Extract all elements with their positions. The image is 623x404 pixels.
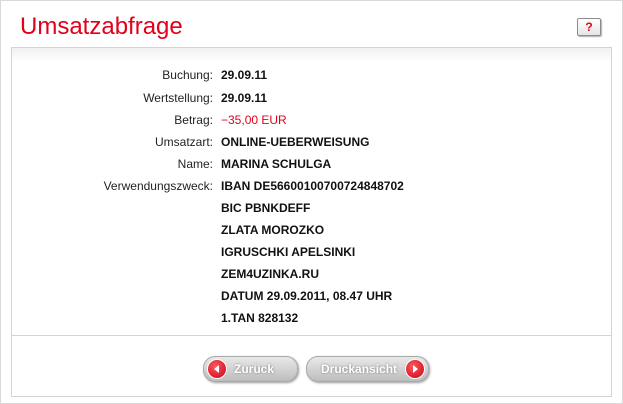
umsatzart-label: Umsatzart: bbox=[154, 135, 213, 149]
verwendungszweck-line: ZEM4UZINKA.RU bbox=[221, 267, 319, 281]
name-value: MARINA SCHULGA bbox=[221, 157, 332, 171]
wertstellung-value: 29.09.11 bbox=[221, 91, 268, 105]
arrow-left-icon bbox=[207, 359, 227, 379]
verwendungszweck-line: DATUM 29.09.2011, 08.47 UHR bbox=[221, 289, 393, 303]
verwendungszweck-line: IBAN DE56600100700724848702 bbox=[221, 179, 404, 193]
back-button-label: Zurück bbox=[234, 362, 275, 376]
panel-header-shade bbox=[12, 48, 611, 62]
help-icon: ? bbox=[585, 20, 593, 34]
verwendungszweck-line: 1.TAN 828132 bbox=[221, 311, 299, 325]
panel-divider bbox=[11, 335, 612, 336]
buchung-label: Buchung: bbox=[162, 68, 213, 82]
verwendungszweck-line: IGRUSCHKI APELSINKI bbox=[221, 245, 356, 259]
betrag-label: Betrag: bbox=[174, 113, 213, 127]
back-button[interactable]: Zurück bbox=[203, 356, 298, 382]
help-button[interactable]: ? bbox=[577, 18, 601, 36]
betrag-value: −35,00 EUR bbox=[221, 113, 287, 127]
print-view-button[interactable]: Druckansicht bbox=[306, 356, 429, 382]
wertstellung-label: Wertstellung: bbox=[143, 91, 213, 105]
umsatzart-value: ONLINE-UEBERWEISUNG bbox=[221, 135, 370, 149]
verwendungszweck-line: BIC PBNKDEFF bbox=[221, 201, 311, 215]
arrow-right-icon bbox=[405, 359, 425, 379]
print-view-button-label: Druckansicht bbox=[321, 362, 398, 376]
page-title: Umsatzabfrage bbox=[20, 13, 183, 40]
verwendungszweck-line: ZLATA MOROZKO bbox=[221, 223, 325, 237]
verwendungszweck-label: Verwendungszweck: bbox=[103, 179, 213, 193]
name-label: Name: bbox=[177, 157, 213, 171]
buchung-value: 29.09.11 bbox=[221, 68, 268, 82]
